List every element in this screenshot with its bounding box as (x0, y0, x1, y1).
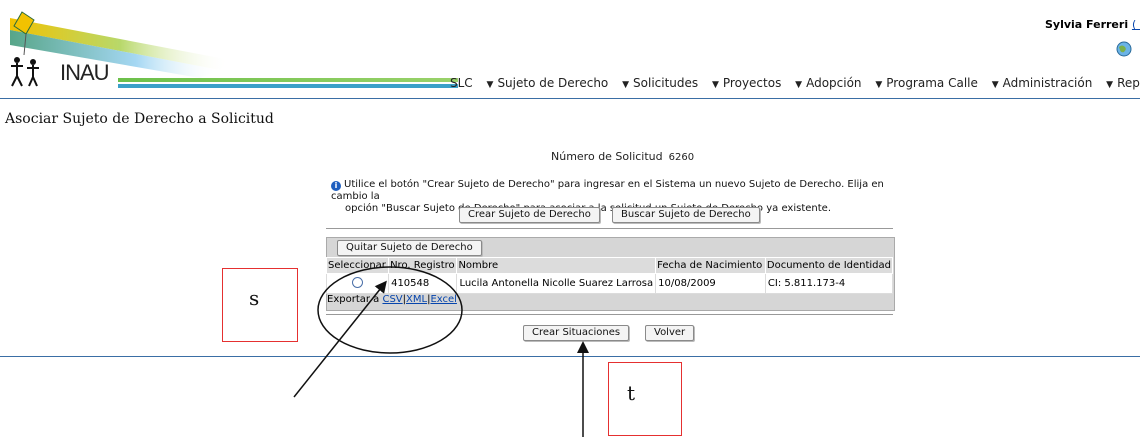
nav-report[interactable]: ▼Report (1106, 76, 1140, 90)
annotation-box-t (608, 362, 682, 436)
triangle-down-icon: ▼ (622, 80, 630, 90)
triangle-down-icon: ▼ (991, 80, 999, 90)
user-info: Sylvia Ferreri ( Ce (1045, 18, 1140, 31)
section-divider-bottom (326, 314, 893, 315)
solicitud-value: 6260 (668, 152, 695, 163)
section-divider (326, 228, 893, 229)
triangle-down-icon: ▼ (1106, 80, 1114, 90)
volver-button[interactable]: Volver (645, 325, 695, 341)
info-icon: i (331, 181, 341, 191)
export-excel-link[interactable]: Excel (430, 294, 457, 305)
export-label: Exportar a (327, 294, 380, 305)
cell-nombre: Lucila Antonella Nicolle Suarez Larrosa (456, 273, 657, 294)
crear-sujeto-button[interactable]: Crear Sujeto de Derecho (459, 207, 600, 223)
col-nombre: Nombre (456, 257, 657, 274)
table-row: 410548 Lucila Antonella Nicolle Suarez L… (325, 273, 894, 294)
buscar-sujeto-button[interactable]: Buscar Sujeto de Derecho (612, 207, 760, 223)
info-line-2: opción "Buscar Sujeto de Derecho" para a… (345, 203, 831, 214)
nav-sujeto-de-derecho[interactable]: ▼ Sujeto de Derecho (487, 76, 609, 90)
nav-administracion[interactable]: ▼ Administración (992, 76, 1093, 90)
globe-icon[interactable] (1116, 41, 1132, 57)
triangle-down-icon: ▼ (875, 80, 883, 90)
export-links: Exportar a CSV|XML|Excel (327, 294, 457, 305)
content-divider (0, 356, 1140, 357)
crear-situaciones-button[interactable]: Crear Situaciones (523, 325, 630, 341)
page-title: Asociar Sujeto de Derecho a Solicitud (5, 111, 274, 127)
col-nro-registro: Nro. Registro (388, 257, 458, 274)
logo-text: INAU (60, 60, 110, 85)
export-xml-link[interactable]: XML (406, 294, 427, 305)
nav-adopcion[interactable]: ▼ Adopción (795, 76, 861, 90)
table-header-row: Seleccionar Nro. Registro Nombre Fecha d… (325, 257, 894, 274)
annotation-label-s: s (249, 286, 260, 310)
user-link[interactable]: ( Ce (1132, 18, 1140, 31)
annotation-label-t: t (627, 381, 636, 405)
nav-proyectos[interactable]: ▼ Proyectos (712, 76, 781, 90)
col-documento: Documento de Identidad (764, 257, 894, 274)
user-name: Sylvia Ferreri (1045, 18, 1129, 31)
triangle-down-icon: ▼ (486, 80, 494, 90)
quitar-sujeto-button[interactable]: Quitar Sujeto de Derecho (337, 240, 482, 256)
info-line-1: Utilice el botón "Crear Sujeto de Derech… (331, 179, 884, 202)
info-message: i Utilice el botón "Crear Sujeto de Derec… (331, 179, 891, 215)
annotation-box-s (222, 268, 298, 342)
header-divider (0, 98, 1140, 99)
cell-documento: CI: 5.811.173-4 (764, 273, 894, 294)
nav-programa-calle[interactable]: ▼ Programa Calle (875, 76, 978, 90)
triangle-down-icon: ▼ (795, 80, 803, 90)
export-csv-link[interactable]: CSV (382, 294, 402, 305)
triangle-down-icon: ▼ (711, 80, 719, 90)
col-seleccionar: Seleccionar (325, 257, 390, 274)
results-table: Seleccionar Nro. Registro Nombre Fecha d… (325, 257, 894, 294)
cell-registro: 410548 (388, 273, 458, 294)
select-radio[interactable] (352, 276, 364, 288)
solicitud-number: Número de Solicitud 6260 (551, 150, 694, 163)
nav-solicitudes[interactable]: ▼ Solicitudes (622, 76, 698, 90)
col-fecha-nacimiento: Fecha de Nacimiento (655, 257, 766, 274)
solicitud-label: Número de Solicitud (551, 150, 663, 163)
main-nav: SLC ▼ Sujeto de Derecho ▼ Solicitudes ▼ Pro… (450, 76, 1140, 90)
nav-slc[interactable]: SLC (450, 76, 473, 90)
cell-fecha: 10/08/2009 (655, 273, 766, 294)
